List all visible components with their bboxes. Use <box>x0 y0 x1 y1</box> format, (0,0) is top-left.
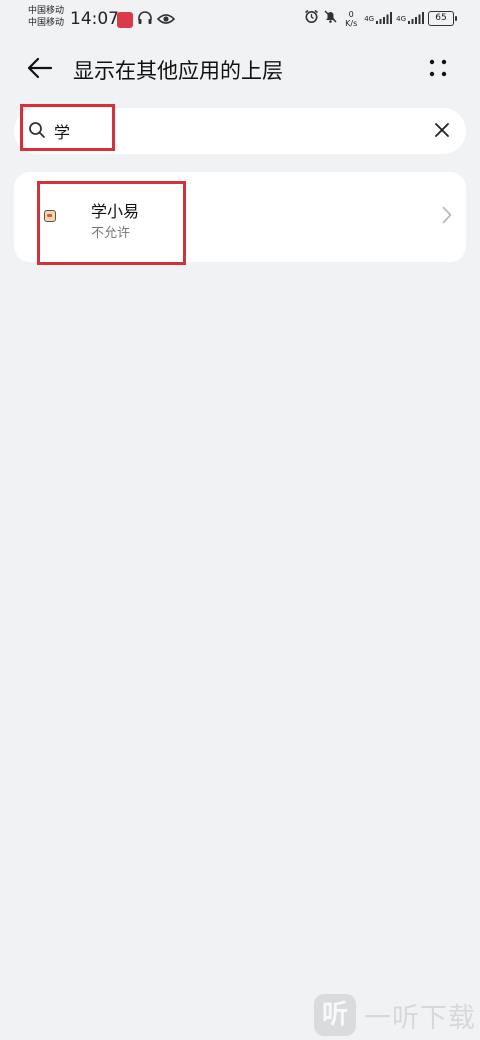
clear-search-button[interactable] <box>430 119 454 143</box>
more-dots-icon <box>428 58 448 82</box>
notification-icons <box>117 10 176 30</box>
signal-icon <box>408 9 424 28</box>
more-options-button[interactable] <box>422 54 454 86</box>
mute-icon <box>323 9 338 28</box>
app-permission-status: 不允许 <box>91 226 131 241</box>
chevron-right-icon <box>442 206 452 228</box>
list-item[interactable]: 学小易 不允许 <box>14 172 466 262</box>
net-speed-unit: K/s <box>345 18 358 28</box>
app-name: 学小易 <box>91 202 140 221</box>
carrier-labels: 中国移动 中国移动 <box>28 5 64 29</box>
signal-1-label: 4G <box>364 14 375 23</box>
search-input[interactable] <box>54 116 414 146</box>
watermark-logo: 听 <box>314 994 356 1036</box>
eye-icon <box>156 11 176 30</box>
net-speed: 0 K/s <box>342 10 360 28</box>
carrier-2: 中国移动 <box>28 18 65 28</box>
battery-icon: 65 <box>428 11 457 26</box>
signal-icon <box>376 9 393 28</box>
search-icon <box>28 121 46 143</box>
alarm-icon <box>304 9 319 28</box>
carrier-1: 中国移动 <box>28 6 65 16</box>
back-button[interactable] <box>24 54 56 86</box>
watermark-text: 一听下载 <box>364 1002 476 1034</box>
status-time: 14:07 <box>70 9 119 29</box>
status-bar: 中国移动 中国移动 14:07 0 K/s 4G 4G 65 <box>0 0 480 36</box>
app-icon <box>44 210 56 222</box>
back-arrow-icon <box>27 57 53 83</box>
headphones-icon <box>137 10 153 30</box>
page-title: 显示在其他应用的上层 <box>73 59 283 83</box>
app-notification-icon <box>117 12 133 28</box>
close-icon <box>435 122 449 141</box>
net-speed-value: 0 <box>348 9 354 19</box>
watermark: 听 一听下载 <box>314 994 476 1036</box>
system-icons: 0 K/s 4G 4G 65 <box>304 9 457 28</box>
signal-2-label: 4G <box>396 14 406 23</box>
search-bar <box>14 108 466 154</box>
header: 显示在其他应用的上层 <box>0 46 480 92</box>
app-list-card: 学小易 不允许 <box>14 172 466 262</box>
